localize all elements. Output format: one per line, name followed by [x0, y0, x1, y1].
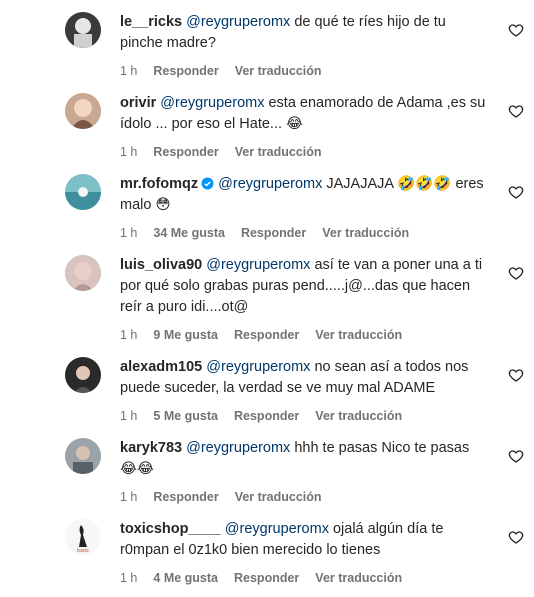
- comment-time[interactable]: 1 h: [120, 490, 137, 504]
- comment-mention[interactable]: @reygruperomx: [160, 95, 264, 111]
- comment-mention[interactable]: @reygruperomx: [186, 440, 290, 456]
- likes-count[interactable]: 4 Me gusta: [153, 571, 218, 585]
- reply-button[interactable]: Responder: [234, 328, 299, 342]
- heart-outline-icon[interactable]: [508, 265, 524, 281]
- reply-button[interactable]: Responder: [234, 409, 299, 423]
- comment-username[interactable]: orivir: [120, 95, 156, 111]
- comment-time[interactable]: 1 h: [120, 64, 137, 78]
- comment-username[interactable]: luis_oliva90: [120, 257, 202, 273]
- reply-button[interactable]: Responder: [153, 64, 218, 78]
- comment-time[interactable]: 1 h: [120, 226, 137, 240]
- comment-username[interactable]: toxicshop____: [120, 521, 221, 537]
- avatar[interactable]: [65, 438, 101, 474]
- comment-time[interactable]: 1 h: [120, 409, 137, 423]
- heart-outline-icon[interactable]: [508, 22, 524, 38]
- likes-count[interactable]: 5 Me gusta: [153, 409, 218, 423]
- comment-username[interactable]: mr.fofomqz: [120, 176, 198, 192]
- reply-button[interactable]: Responder: [234, 571, 299, 585]
- likes-count[interactable]: 9 Me gusta: [153, 328, 218, 342]
- comment-username[interactable]: karyk783: [120, 440, 182, 456]
- likes-count[interactable]: 34 Me gusta: [153, 226, 225, 240]
- avatar[interactable]: [65, 93, 101, 129]
- comment-mention[interactable]: @reygruperomx: [186, 14, 290, 30]
- heart-outline-icon[interactable]: [508, 367, 524, 383]
- translate-button[interactable]: Ver traducción: [315, 328, 402, 342]
- heart-outline-icon[interactable]: [508, 184, 524, 200]
- translate-button[interactable]: Ver traducción: [235, 490, 322, 504]
- comment-time[interactable]: 1 h: [120, 571, 137, 585]
- heart-outline-icon[interactable]: [508, 529, 524, 545]
- reply-button[interactable]: Responder: [153, 145, 218, 159]
- comment-mention[interactable]: @reygruperomx: [218, 176, 322, 192]
- avatar[interactable]: [65, 174, 101, 210]
- avatar[interactable]: [65, 357, 101, 393]
- comment-time[interactable]: 1 h: [120, 145, 137, 159]
- comment-mention[interactable]: @reygruperomx: [206, 359, 310, 375]
- translate-button[interactable]: Ver traducción: [322, 226, 409, 240]
- comment-username[interactable]: le__ricks: [120, 14, 182, 30]
- translate-button[interactable]: Ver traducción: [315, 409, 402, 423]
- translate-button[interactable]: Ver traducción: [235, 64, 322, 78]
- comment-username[interactable]: alexadm105: [120, 359, 202, 375]
- heart-outline-icon[interactable]: [508, 103, 524, 119]
- reply-button[interactable]: Responder: [153, 490, 218, 504]
- heart-outline-icon[interactable]: [508, 448, 524, 464]
- svg-text:toxic: toxic: [77, 548, 89, 554]
- comment-time[interactable]: 1 h: [120, 328, 137, 342]
- avatar[interactable]: [65, 12, 101, 48]
- translate-button[interactable]: Ver traducción: [235, 145, 322, 159]
- verified-badge-icon: [201, 177, 214, 190]
- avatar[interactable]: toxic: [65, 519, 101, 555]
- reply-button[interactable]: Responder: [241, 226, 306, 240]
- avatar[interactable]: [65, 255, 101, 291]
- comment-mention[interactable]: @reygruperomx: [225, 521, 329, 537]
- comment-mention[interactable]: @reygruperomx: [206, 257, 310, 273]
- translate-button[interactable]: Ver traducción: [315, 571, 402, 585]
